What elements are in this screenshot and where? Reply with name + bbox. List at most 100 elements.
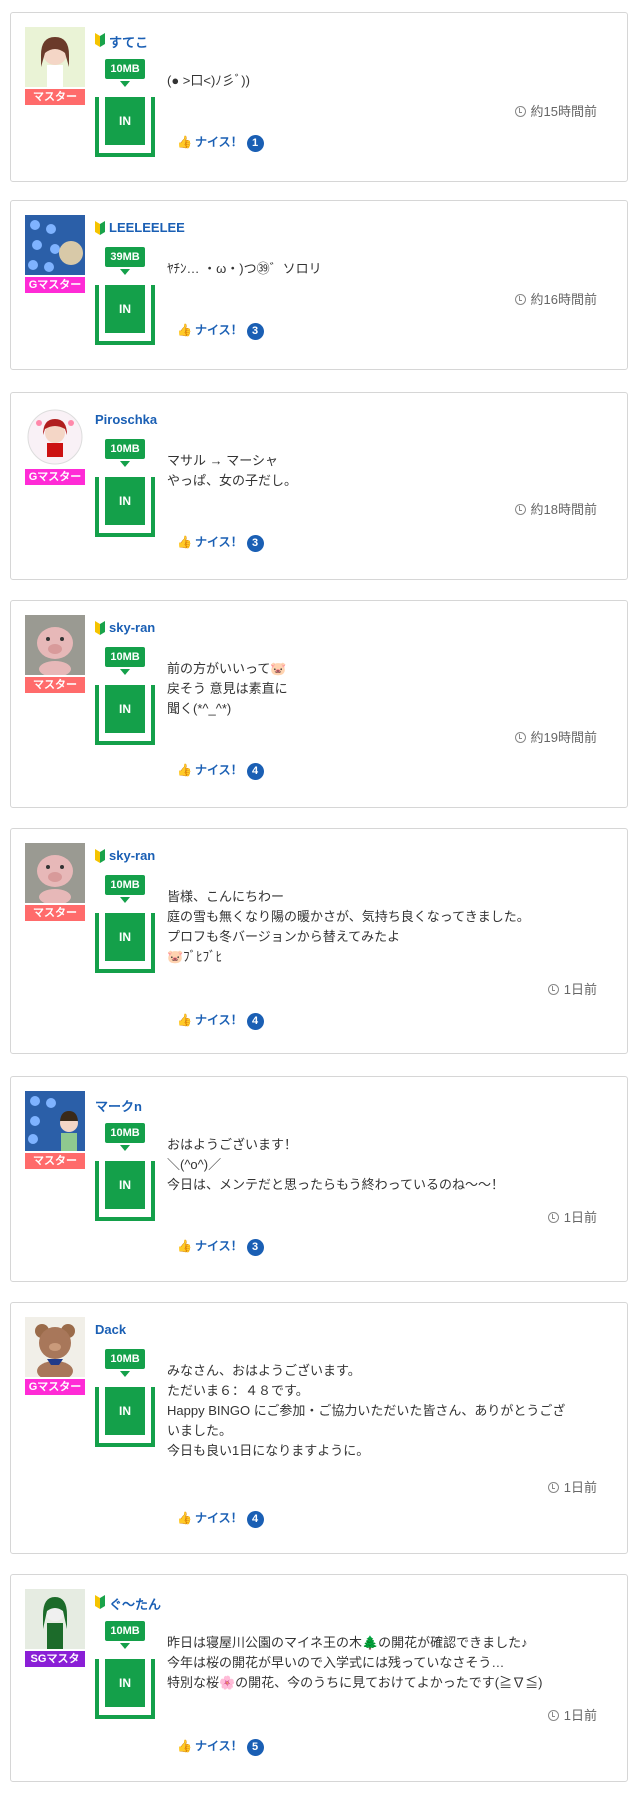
message-line: 今日も良い1日になりますように。	[167, 1443, 370, 1458]
thumbs-up-icon: 👍	[177, 535, 192, 549]
username-link[interactable]: ぐ〜たん	[109, 1594, 161, 1613]
nice-label: ナイス！	[194, 1511, 243, 1525]
post-time: 1日前	[547, 979, 597, 998]
post-message: おはようございます！ ＼(^o^)／ 今日は、メンテだと思ったらもう終わっているのね…	[167, 1135, 607, 1195]
time-text: 1日前	[563, 982, 597, 997]
rank-badge: マスター	[25, 677, 85, 693]
time-text: 1日前	[563, 1708, 597, 1723]
message-line: マサル → マーシャ	[167, 453, 278, 468]
in-gauge: IN	[95, 1387, 155, 1447]
data-size-label: 10MB	[105, 1349, 145, 1369]
post-message: 皆様、こんにちわー 庭の雪も無くなり陽の暖かさが、気持ち良くなってきました。 プロフ…	[167, 887, 607, 967]
in-gauge: IN	[95, 477, 155, 537]
pig-avatar-icon[interactable]	[25, 615, 85, 675]
flowers-avatar-icon[interactable]	[25, 215, 85, 275]
message-line: 特別な桜🌸の開花、今のうちに見ておけてよかったです(≧∇≦)	[167, 1675, 543, 1690]
message-line: 皆様、こんにちわー	[167, 889, 285, 904]
nice-button[interactable]: 👍 ナイス！ 3	[177, 321, 264, 340]
username-link[interactable]: すてこ	[109, 32, 148, 51]
nice-label: ナイス！	[194, 1013, 243, 1027]
in-gauge: IN	[95, 285, 155, 345]
thumbs-up-icon: 👍	[177, 1511, 192, 1525]
nice-button[interactable]: 👍 ナイス！ 1	[177, 133, 264, 152]
time-text: 約18時間前	[530, 502, 597, 517]
man-flowers-avatar-icon[interactable]	[25, 1091, 85, 1151]
down-arrow-icon	[120, 1371, 130, 1377]
down-arrow-icon	[120, 897, 130, 903]
clock-icon	[547, 1710, 559, 1721]
post-time: 約19時間前	[514, 727, 597, 746]
in-label: IN	[105, 1387, 145, 1435]
rank-badge: マスター	[25, 1153, 85, 1169]
message-line: 聞く(*^_^*)	[167, 701, 232, 716]
username-link[interactable]: マークn	[95, 1096, 142, 1115]
rank-badge: Gマスター	[25, 469, 85, 485]
nice-count: 4	[246, 1511, 264, 1528]
nice-label: ナイス！	[194, 135, 243, 149]
down-arrow-icon	[120, 1145, 130, 1151]
username-link[interactable]: Dack	[95, 1322, 126, 1337]
nice-button[interactable]: 👍 ナイス！ 3	[177, 533, 264, 552]
username-link[interactable]: LEELEELEE	[109, 220, 185, 235]
message-line: いました。	[167, 1423, 233, 1438]
username-link[interactable]: sky-ran	[109, 620, 155, 635]
post-card: マスター sky-ran 10MB IN 皆様、こんにちわー 庭の雪も無くなり陽の…	[10, 828, 628, 1054]
teddy-bear-avatar-icon[interactable]	[25, 1317, 85, 1377]
data-size-label: 10MB	[105, 59, 145, 79]
nice-label: ナイス！	[194, 1239, 243, 1253]
data-size-label: 39MB	[105, 247, 145, 267]
nice-button[interactable]: 👍 ナイス！ 4	[177, 1509, 264, 1528]
time-text: 約19時間前	[530, 730, 597, 745]
post-message: ﾔﾁﾝ… ・ω・)つ㊴゛ソロリ	[167, 259, 607, 279]
beginner-mark-icon	[95, 1595, 105, 1609]
message-line: ﾔﾁﾝ… ・ω・)つ㊴゛ソロリ	[167, 261, 322, 276]
girl-avatar-icon[interactable]	[25, 27, 85, 87]
message-line: 庭の雪も無くなり陽の暖かさが、気持ち良くなってきました。	[167, 909, 530, 924]
green-girl-avatar-icon[interactable]	[25, 1589, 85, 1649]
beginner-mark-icon	[95, 621, 105, 635]
post-card: マスター sky-ran 10MB IN 前の方がいいって🐷 戻そう 意見は素直に…	[10, 600, 628, 808]
data-size-label: 10MB	[105, 1123, 145, 1143]
nice-button[interactable]: 👍 ナイス！ 4	[177, 1011, 264, 1030]
post-time: 約16時間前	[514, 289, 597, 308]
nice-label: ナイス！	[194, 763, 243, 777]
doll-avatar-icon[interactable]	[25, 407, 85, 467]
nice-button[interactable]: 👍 ナイス！ 5	[177, 1737, 264, 1756]
post-time: 1日前	[547, 1207, 597, 1226]
nice-label: ナイス！	[194, 535, 243, 549]
post-card: マスター マークn 10MB IN おはようございます！ ＼(^o^)／ 今日は、メ…	[10, 1076, 628, 1282]
post-message: みなさん、おはようございます。 ただいま６：４８です。 Happy BINGO にご…	[167, 1361, 607, 1461]
in-label: IN	[105, 1161, 145, 1209]
nice-label: ナイス！	[194, 1739, 243, 1753]
post-card: マスター すてこ 10MB IN (● >口<)ﾉ彡ﾞ)) 約15時間前 👍 ナイ…	[10, 12, 628, 182]
nice-button[interactable]: 👍 ナイス！ 3	[177, 1237, 264, 1256]
beginner-mark-icon	[95, 849, 105, 863]
down-arrow-icon	[120, 81, 130, 87]
message-line: みなさん、おはようございます。	[167, 1363, 361, 1378]
post-card: Gマスター Dack 10MB IN みなさん、おはようございます。 ただいま６：…	[10, 1302, 628, 1554]
nice-count: 1	[246, 135, 264, 152]
message-line: 昨日は寝屋川公園のマイネ王の木🌲の開花が確認できました♪	[167, 1635, 528, 1650]
username-link[interactable]: Piroschka	[95, 412, 157, 427]
pig-avatar-icon[interactable]	[25, 843, 85, 903]
thumbs-up-icon: 👍	[177, 763, 192, 777]
in-label: IN	[105, 685, 145, 733]
thumbs-up-icon: 👍	[177, 1739, 192, 1753]
time-text: 1日前	[563, 1210, 597, 1225]
nice-label: ナイス！	[194, 323, 243, 337]
nice-count: 4	[246, 1013, 264, 1030]
post-card: Gマスター LEELEELEE 39MB IN ﾔﾁﾝ… ・ω・)つ㊴゛ソロリ …	[10, 200, 628, 370]
down-arrow-icon	[120, 1643, 130, 1649]
thumbs-up-icon: 👍	[177, 323, 192, 337]
username-link[interactable]: sky-ran	[109, 848, 155, 863]
time-text: 約15時間前	[530, 104, 597, 119]
rank-badge: Gマスター	[25, 277, 85, 293]
post-card: SGマスタ ぐ〜たん 10MB IN 昨日は寝屋川公園のマイネ王の木🌲の開花が確…	[10, 1574, 628, 1782]
rank-badge: マスター	[25, 89, 85, 105]
nice-count: 5	[246, 1739, 264, 1756]
message-line: Happy BINGO にご参加・ご協力いただいた皆さん、ありがとうござ	[167, 1403, 566, 1418]
nice-count: 4	[246, 763, 264, 780]
nice-button[interactable]: 👍 ナイス！ 4	[177, 761, 264, 780]
post-message: 昨日は寝屋川公園のマイネ王の木🌲の開花が確認できました♪ 今年は桜の開花が早いので…	[167, 1633, 607, 1693]
message-line: ただいま６：４８です。	[167, 1383, 309, 1398]
